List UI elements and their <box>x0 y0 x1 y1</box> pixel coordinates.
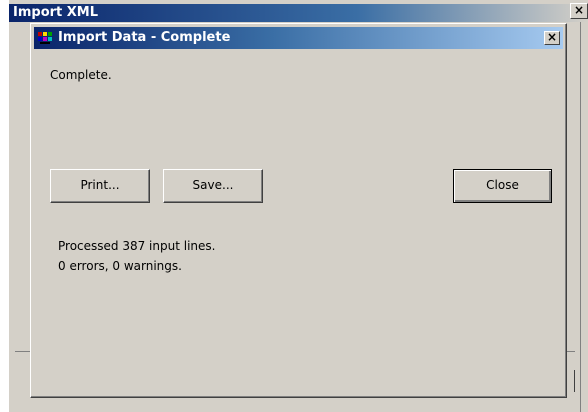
import-xml-edge-line <box>574 370 575 392</box>
import-xml-close-button[interactable]: × <box>570 3 588 19</box>
dialog-title: Import Data - Complete <box>58 30 231 45</box>
close-icon[interactable]: × <box>544 31 560 45</box>
import-xml-titlebar: Import XML <box>9 4 588 22</box>
import-xml-right-edge <box>580 22 588 412</box>
close-button[interactable]: Close <box>453 169 552 203</box>
processed-lines-text: Processed 387 input lines. <box>58 239 216 253</box>
dialog-titlebar[interactable]: Import Data - Complete × <box>34 27 563 49</box>
status-text: Complete. <box>50 68 112 82</box>
errors-warnings-text: 0 errors, 0 warnings. <box>58 259 182 273</box>
app-icon <box>38 32 52 44</box>
save-button[interactable]: Save... <box>163 169 263 203</box>
import-data-dialog: Import Data - Complete × Complete. Print… <box>30 23 567 398</box>
import-xml-title: Import XML <box>13 5 99 20</box>
print-button[interactable]: Print... <box>50 169 150 203</box>
